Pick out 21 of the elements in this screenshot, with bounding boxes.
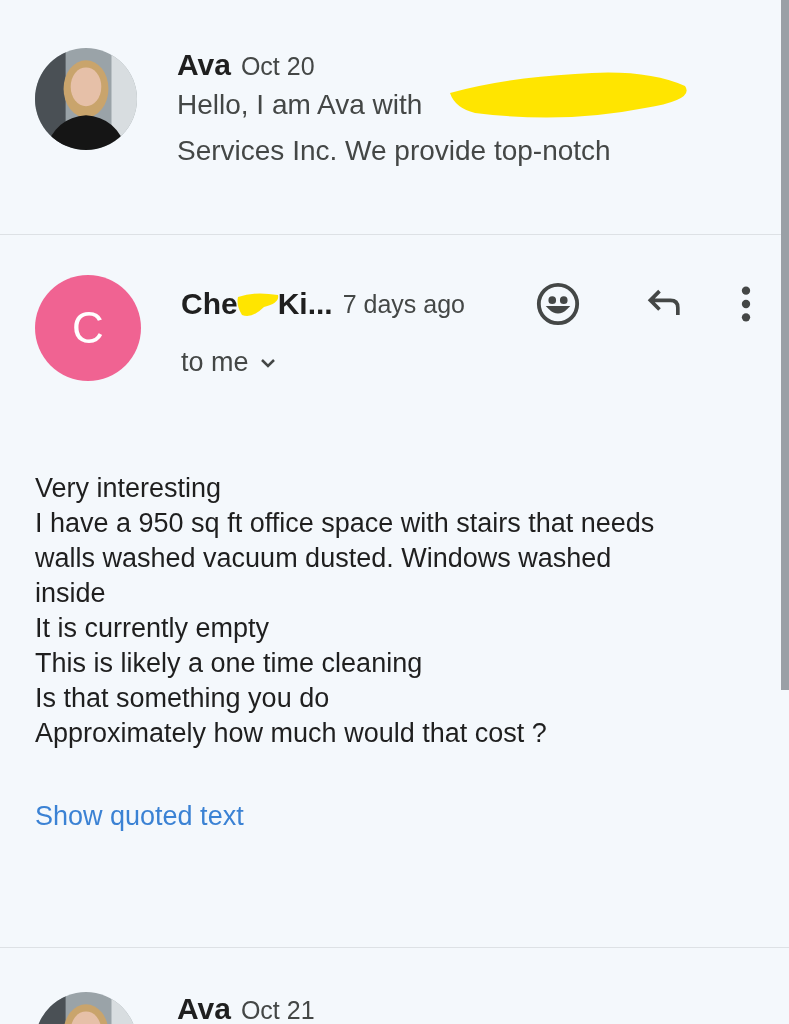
message-text: This is likely a one time cleaning <box>35 647 424 680</box>
more-icon <box>739 284 753 324</box>
smiley-icon <box>535 281 581 327</box>
sender-name: Che Ki... <box>181 287 333 321</box>
message-text: It is currently empty <box>35 612 271 645</box>
avatar[interactable]: C <box>35 275 141 381</box>
message-date: Oct 21 <box>240 996 315 1024</box>
recipient-toggle[interactable]: to me <box>181 347 759 378</box>
message-date: Oct 20 <box>240 52 315 81</box>
message-text: I have a 950 sq ft office space with stairs that needs walls washed vacuum dusted. Windows washed inside <box>35 507 655 610</box>
scrollbar[interactable] <box>781 0 789 690</box>
chevron-down-icon <box>258 356 277 369</box>
message-snippet: Services Inc. We provide top-notch <box>177 134 611 168</box>
message-text: Approximately how much would that cost ? <box>35 717 548 750</box>
sender-name: Ava <box>177 992 231 1024</box>
sender-name: Ava <box>177 48 231 82</box>
show-quoted-text-link[interactable]: Show quoted text <box>35 801 244 832</box>
message-text: Is that something you do <box>35 682 331 715</box>
message-text: Very interesting <box>35 472 223 505</box>
message-date: 7 days ago <box>342 289 466 319</box>
message-snippet: Hello, I am Ava with <box>177 88 423 122</box>
